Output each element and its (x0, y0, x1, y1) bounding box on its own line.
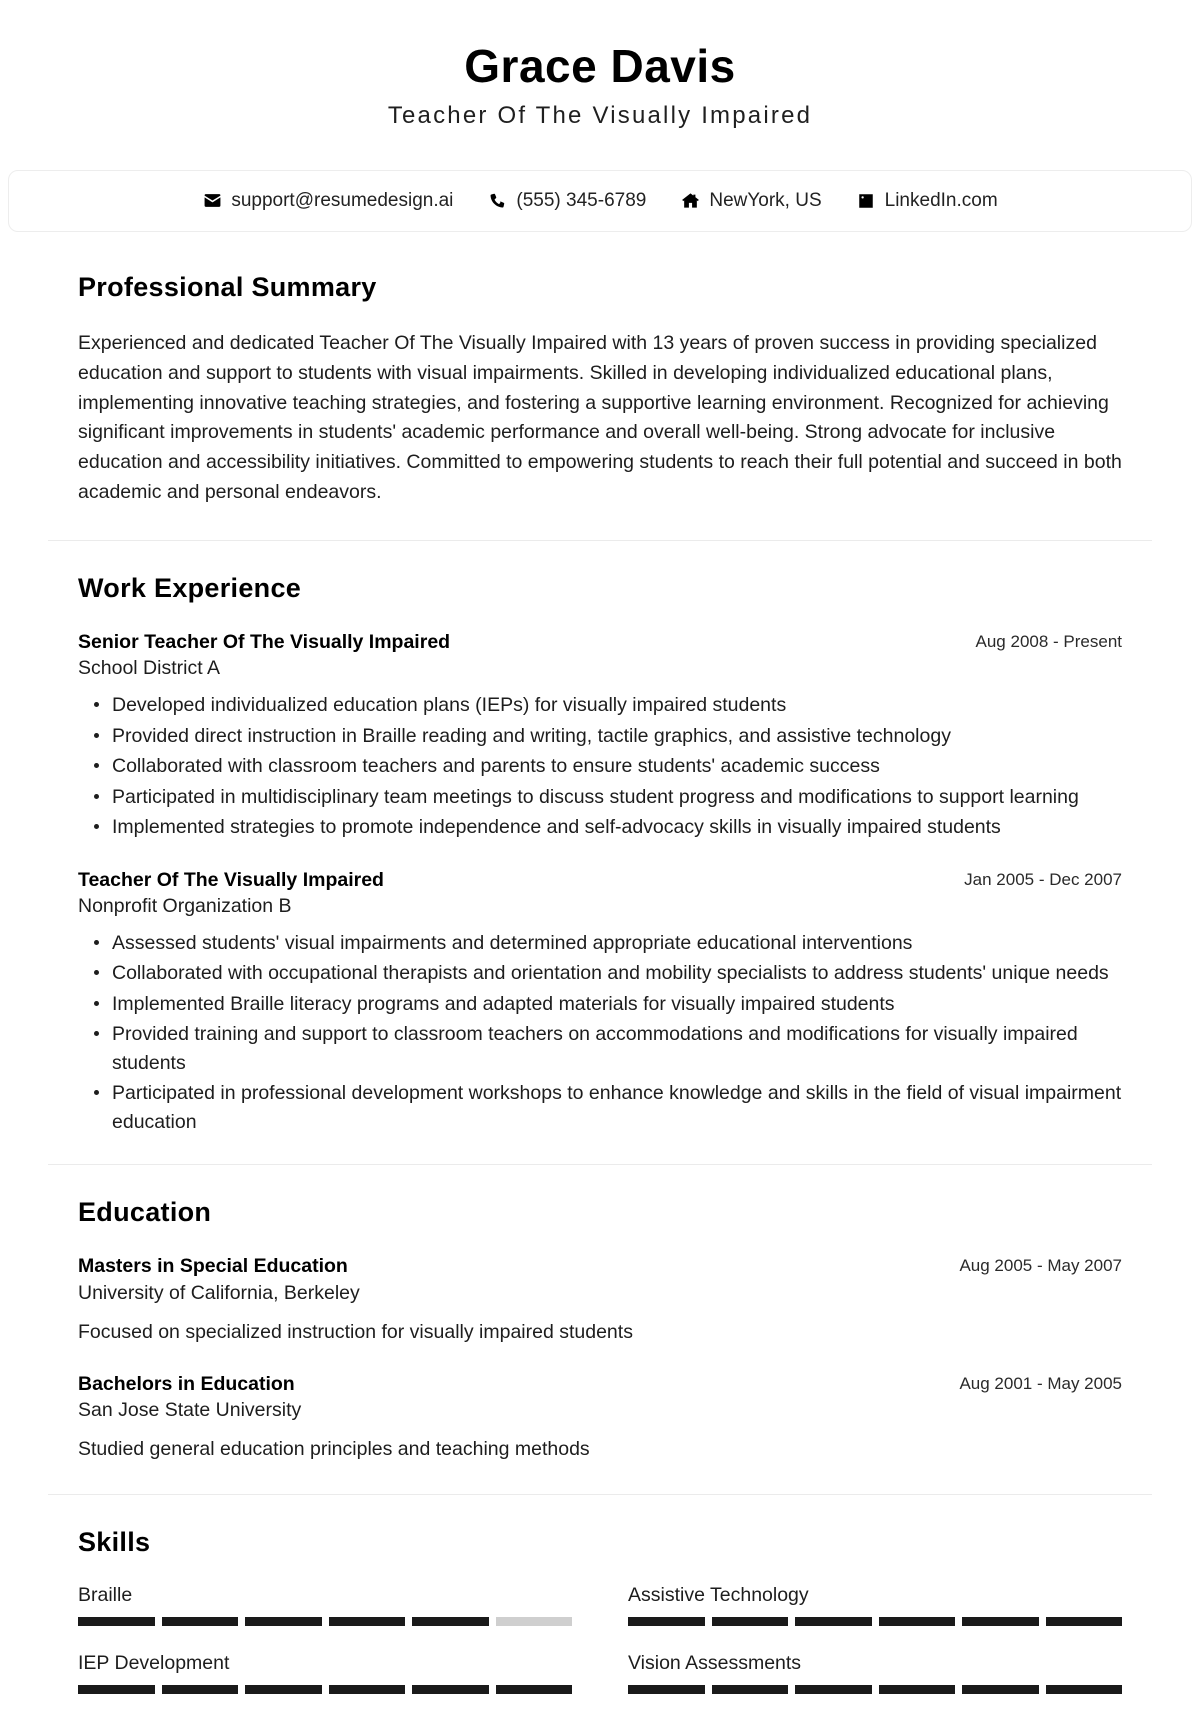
work-entry-role: Senior Teacher Of The Visually Impaired (78, 630, 451, 653)
list-item: Implemented strategies to promote indepe… (94, 813, 1122, 841)
list-item: Participated in professional development… (94, 1079, 1122, 1136)
section-education: Education Masters in Special Education A… (0, 1165, 1200, 1493)
education-entry-head: Bachelors in Education Aug 2001 - May 20… (78, 1372, 1122, 1396)
skill-level-segment (628, 1684, 705, 1694)
list-item: Developed individualized education plans… (94, 691, 1122, 719)
candidate-job-title: Teacher Of The Visually Impaired (387, 101, 813, 129)
skill-level-segment (711, 1616, 788, 1626)
phone-icon (487, 191, 507, 211)
education-entry-degree: Bachelors in Education (78, 1372, 295, 1395)
work-section-title: Work Experience (78, 572, 302, 603)
skill-level-bar (628, 1684, 1122, 1694)
section-work-experience: Work Experience Senior Teacher Of The Vi… (0, 541, 1200, 1164)
envelope-icon (202, 191, 222, 211)
work-entry-head: Teacher Of The Visually Impaired Jan 200… (78, 868, 1122, 892)
education-entry-degree: Masters in Special Education (78, 1255, 348, 1278)
resume-header: Grace Davis Teacher Of The Visually Impa… (0, 0, 1200, 160)
contact-phone[interactable]: (555) 345-6789 (487, 190, 646, 212)
skill-level-segment (1045, 1684, 1122, 1694)
skill-level-segment (328, 1684, 405, 1694)
skills-section-title: Skills (78, 1526, 151, 1557)
skill-name: Braille (78, 1583, 133, 1606)
skill-level-segment (1045, 1616, 1122, 1626)
skill-level-segment (328, 1616, 405, 1626)
skill-name: Vision Assessments (628, 1651, 802, 1674)
skill-level-segment (78, 1684, 155, 1694)
skill-item: Vision Assessments (628, 1652, 1122, 1694)
list-item: Provided training and support to classro… (94, 1020, 1122, 1077)
contact-email[interactable]: support@resumedesign.ai (202, 190, 453, 212)
skill-level-segment (412, 1684, 489, 1694)
skill-level-segment (495, 1616, 572, 1626)
skill-level-segment (962, 1684, 1039, 1694)
section-skills: Skills Braille Assistive Technology IEP De… (0, 1495, 1200, 1714)
work-entry-head: Senior Teacher Of The Visually Impaired … (78, 630, 1122, 654)
contact-linkedin-text: LinkedIn.com (884, 189, 998, 211)
skill-item: IEP Development (78, 1652, 572, 1694)
work-entry-org: School District A (78, 657, 220, 680)
contact-bar: support@resumedesign.ai (555) 345-6789 N… (8, 169, 1192, 232)
education-entry-description: Focused on specialized instruction for v… (78, 1320, 633, 1343)
linkedin-icon (856, 191, 876, 211)
skill-name: Assistive Technology (628, 1583, 809, 1606)
list-item: Provided direct instruction in Braille r… (94, 722, 1122, 750)
skill-level-bar (78, 1684, 572, 1694)
work-entry-bullets: Developed individualized education plans… (78, 691, 1122, 841)
skill-level-segment (711, 1684, 788, 1694)
skill-level-segment (795, 1616, 872, 1626)
contact-location-text: NewYork, US (709, 189, 822, 211)
home-icon (680, 191, 700, 211)
contact-linkedin[interactable]: LinkedIn.com (856, 190, 998, 212)
skill-level-segment (161, 1616, 238, 1626)
work-entry-date: Aug 2008 - Present (975, 631, 1122, 651)
list-item: Participated in multidisciplinary team m… (94, 783, 1122, 811)
list-item: Collaborated with classroom teachers and… (94, 752, 1122, 780)
resume-page: Grace Davis Teacher Of The Visually Impa… (0, 0, 1200, 1714)
list-item: Implemented Braille literacy programs an… (94, 990, 1122, 1018)
skill-level-segment (78, 1616, 155, 1626)
education-entry: Bachelors in Education Aug 2001 - May 20… (78, 1372, 1122, 1464)
work-entry-org: Nonprofit Organization B (78, 894, 292, 917)
work-entry-date: Jan 2005 - Dec 2007 (964, 869, 1122, 889)
section-professional-summary: Professional Summary Experienced and ded… (0, 232, 1200, 540)
skill-level-segment (412, 1616, 489, 1626)
list-item: Assessed students' visual impairments an… (94, 929, 1122, 957)
skill-item: Assistive Technology (628, 1584, 1122, 1626)
summary-text: Experienced and dedicated Teacher Of The… (78, 331, 1122, 504)
work-entry: Senior Teacher Of The Visually Impaired … (78, 630, 1122, 842)
skill-item: Braille (78, 1584, 572, 1626)
skill-level-segment (878, 1616, 955, 1626)
education-entry-head: Masters in Special Education Aug 2005 - … (78, 1254, 1122, 1278)
skill-level-bar (628, 1616, 1122, 1626)
education-entry-school: San Jose State University (78, 1399, 302, 1422)
skill-level-segment (628, 1616, 705, 1626)
contact-location[interactable]: NewYork, US (680, 189, 822, 212)
education-entry-school: University of California, Berkeley (78, 1281, 360, 1304)
skill-name: IEP Development (78, 1651, 230, 1674)
candidate-name: Grace Davis (464, 40, 736, 92)
skill-level-segment (795, 1684, 872, 1694)
skill-level-segment (962, 1616, 1039, 1626)
summary-section-title: Professional Summary (78, 271, 377, 302)
skill-level-segment (161, 1684, 238, 1694)
work-entry: Teacher Of The Visually Impaired Jan 200… (78, 868, 1122, 1137)
work-entry-bullets: Assessed students' visual impairments an… (78, 929, 1122, 1136)
skill-level-segment (495, 1684, 572, 1694)
skill-level-bar (78, 1616, 572, 1626)
list-item: Collaborated with occupational therapist… (94, 959, 1122, 987)
skill-level-segment (245, 1684, 322, 1694)
skill-level-segment (245, 1616, 322, 1626)
skill-level-segment (878, 1684, 955, 1694)
education-entry: Masters in Special Education Aug 2005 - … (78, 1254, 1122, 1346)
contact-email-text: support@resumedesign.ai (231, 189, 454, 211)
skills-grid: Braille Assistive Technology IEP Developme… (78, 1584, 1122, 1694)
contact-phone-text: (555) 345-6789 (516, 189, 647, 211)
education-section-title: Education (78, 1197, 212, 1228)
work-entry-role: Teacher Of The Visually Impaired (78, 868, 384, 891)
education-entry-description: Studied general education principles and… (78, 1438, 590, 1461)
education-entry-date: Aug 2005 - May 2007 (959, 1256, 1122, 1276)
education-entry-date: Aug 2001 - May 2005 (959, 1373, 1122, 1393)
